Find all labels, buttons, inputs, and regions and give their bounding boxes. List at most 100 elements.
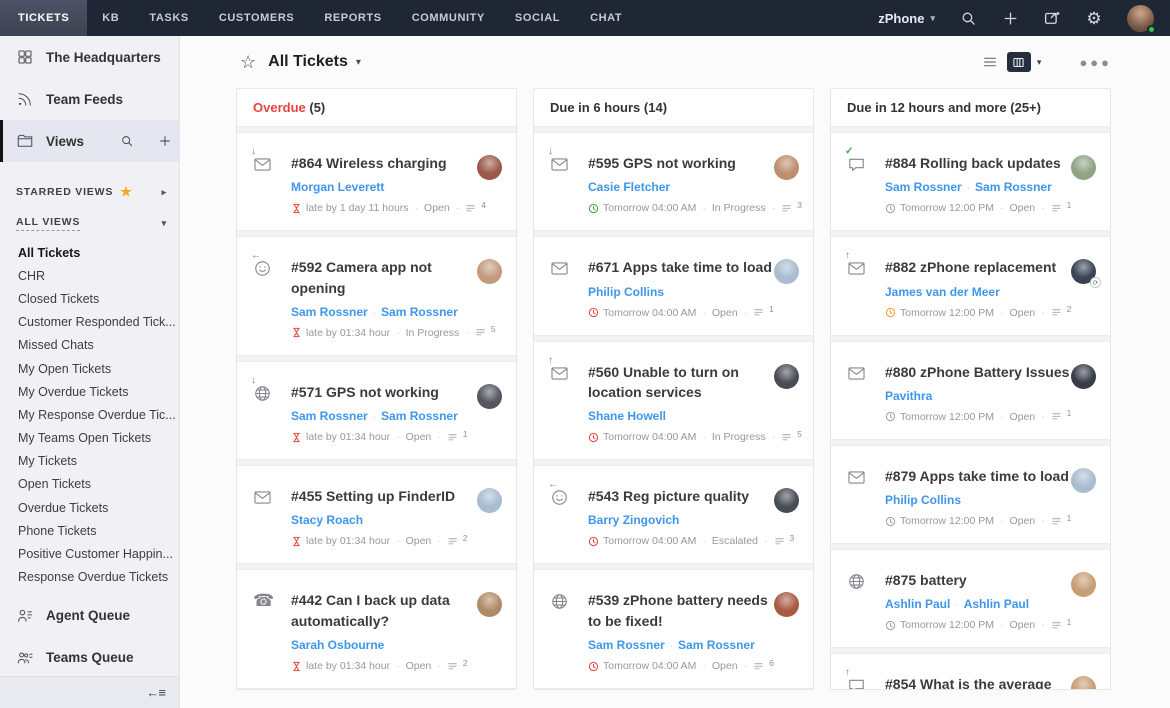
ticket-card[interactable]: ↑#854 What is the average life of a zPho… <box>831 653 1110 689</box>
assignee-avatar[interactable] <box>1071 364 1096 389</box>
contact-link[interactable]: Ashlin Paul <box>885 597 950 611</box>
view-list-item[interactable]: Open Tickets <box>18 473 179 496</box>
assignee-avatar[interactable] <box>1071 676 1096 689</box>
nav-tab-tasks[interactable]: TASKS <box>134 0 203 36</box>
sidebar-item-views[interactable]: Views <box>0 120 179 162</box>
ticket-card[interactable]: #455 Setting up FinderIDStacy Roachlate … <box>237 465 516 564</box>
assignee-avatar[interactable] <box>774 592 799 617</box>
assignee-avatar[interactable] <box>477 384 502 409</box>
assignee-avatar[interactable] <box>1071 155 1096 180</box>
contact-link[interactable]: Sam Rossner <box>381 305 458 319</box>
contact-link[interactable]: Philip Collins <box>885 493 961 507</box>
ticket-title[interactable]: #875 battery <box>885 570 1071 590</box>
favorite-star-icon[interactable]: ☆ <box>240 52 256 73</box>
sidebar-item-teams-queue[interactable]: Teams Queue <box>0 637 179 679</box>
ticket-card[interactable]: ↓#595 GPS not workingCasie FletcherTomor… <box>534 132 813 231</box>
ticket-card[interactable]: #539 zPhone battery needs to be fixed! Sa… <box>534 569 813 689</box>
ticket-card[interactable]: ✓#884 Rolling back updatesSam Rossner·Sa… <box>831 132 1110 231</box>
assignee-avatar[interactable]: ⟳ <box>1071 259 1096 284</box>
assignee-avatar[interactable] <box>774 488 799 513</box>
assignee-avatar[interactable] <box>774 364 799 389</box>
view-list-item[interactable]: My Overdue Tickets <box>18 380 179 403</box>
ticket-title[interactable]: #880 zPhone Battery Issues <box>885 362 1071 382</box>
more-options-icon[interactable]: ●●● <box>1079 55 1112 70</box>
view-toggle-chevron-icon[interactable]: ▾ <box>1037 57 1042 68</box>
ticket-card[interactable]: ←#592 Camera app not openingSam Rossner·… <box>237 236 516 356</box>
contact-link[interactable]: Barry Zingovich <box>588 513 679 527</box>
feedback-icon[interactable] <box>1043 9 1061 27</box>
ticket-card[interactable]: ↑#882 zPhone replacementJames van der Me… <box>831 236 1110 335</box>
contact-link[interactable]: Sam Rossner <box>975 180 1052 194</box>
ticket-card[interactable]: ↑#560 Unable to turn on location service… <box>534 341 813 461</box>
nav-tab-reports[interactable]: REPORTS <box>309 0 396 36</box>
contact-link[interactable]: Philip Collins <box>588 285 664 299</box>
view-list-item[interactable]: My Tickets <box>18 450 179 473</box>
assignee-avatar[interactable] <box>477 592 502 617</box>
ticket-card[interactable]: #880 zPhone Battery IssuesPavithraTomorr… <box>831 341 1110 440</box>
ticket-title[interactable]: #595 GPS not working <box>588 153 774 173</box>
collapse-sidebar-icon[interactable]: ←≡ <box>146 685 165 700</box>
nav-tab-chat[interactable]: CHAT <box>575 0 637 36</box>
sidebar-item-headquarters[interactable]: The Headquarters <box>0 36 179 78</box>
assignee-avatar[interactable] <box>477 488 502 513</box>
ticket-card[interactable]: ↓#864 Wireless chargingMorgan Leverettla… <box>237 132 516 231</box>
ticket-title[interactable]: #560 Unable to turn on location services <box>588 362 774 403</box>
sidebar-item-team-feeds[interactable]: Team Feeds <box>0 78 179 120</box>
ticket-title[interactable]: #539 zPhone battery needs to be fixed! <box>588 590 774 631</box>
view-list-item[interactable]: Closed Tickets <box>18 287 179 310</box>
ticket-card[interactable]: ↓#571 GPS not workingSam Rossner·Sam Ros… <box>237 361 516 460</box>
title-chevron-down-icon[interactable]: ▾ <box>356 57 361 68</box>
view-list-item[interactable]: My Teams Open Tickets <box>18 427 179 450</box>
view-list-item[interactable]: Phone Tickets <box>18 519 179 542</box>
view-list-item[interactable]: My Open Tickets <box>18 357 179 380</box>
ticket-title[interactable]: #571 GPS not working <box>291 382 477 402</box>
view-list-item[interactable]: Missed Chats <box>18 334 179 357</box>
contact-link[interactable]: Sam Rossner <box>678 638 755 652</box>
ticket-card[interactable]: #879 Apps take time to load Philip Collin… <box>831 445 1110 544</box>
ticket-title[interactable]: #884 Rolling back updates <box>885 153 1071 173</box>
assignee-avatar[interactable] <box>774 259 799 284</box>
contact-link[interactable]: Pavithra <box>885 389 932 403</box>
view-list-item[interactable]: Customer Responded Tick... <box>18 311 179 334</box>
nav-tab-social[interactable]: SOCIAL <box>500 0 575 36</box>
assignee-avatar[interactable] <box>1071 468 1096 493</box>
all-views-section[interactable]: ALL VIEWS ▾ <box>0 206 179 237</box>
view-list-item[interactable]: Positive Customer Happin... <box>18 542 179 565</box>
ticket-title[interactable]: #592 Camera app not opening <box>291 257 477 298</box>
contact-link[interactable]: Morgan Leverett <box>291 180 384 194</box>
nav-tab-customers[interactable]: CUSTOMERS <box>204 0 309 36</box>
view-list-item[interactable]: My Response Overdue Tic... <box>18 403 179 426</box>
assignee-avatar[interactable] <box>477 259 502 284</box>
view-list-item[interactable]: All Tickets <box>18 241 179 264</box>
view-list-item[interactable]: Overdue Tickets <box>18 496 179 519</box>
ticket-card[interactable]: #875 batteryAshlin Paul·Ashlin PaulTomor… <box>831 549 1110 648</box>
view-list-item[interactable]: Response Overdue Tickets <box>18 566 179 589</box>
contact-link[interactable]: Sam Rossner <box>885 180 962 194</box>
starred-views-section[interactable]: STARRED VIEWS ★ ▸ <box>0 174 179 206</box>
list-view-icon[interactable] <box>979 52 1001 72</box>
contact-link[interactable]: Sam Rossner <box>588 638 665 652</box>
department-selector[interactable]: zPhone ▾ <box>878 11 935 26</box>
view-list-item[interactable]: CHR <box>18 264 179 287</box>
contact-link[interactable]: Shane Howell <box>588 409 666 423</box>
assignee-avatar[interactable] <box>477 155 502 180</box>
nav-tab-tickets[interactable]: TICKETS <box>0 0 87 36</box>
ticket-title[interactable]: #879 Apps take time to load <box>885 466 1071 486</box>
views-add-icon[interactable] <box>158 134 172 149</box>
page-title[interactable]: All Tickets <box>268 53 348 71</box>
settings-icon[interactable]: ⚙ <box>1085 9 1103 27</box>
contact-link[interactable]: James van der Meer <box>885 285 1000 299</box>
ticket-title[interactable]: #854 What is the average life of a zPhon… <box>885 674 1071 689</box>
ticket-card[interactable]: #671 Apps take time to loadPhilip Collin… <box>534 236 813 335</box>
ticket-title[interactable]: #455 Setting up FinderID <box>291 486 477 506</box>
assignee-avatar[interactable] <box>1071 572 1096 597</box>
nav-tab-kb[interactable]: KB <box>87 0 134 36</box>
contact-link[interactable]: Sam Rossner <box>381 409 458 423</box>
ticket-title[interactable]: #442 Can I back up data automatically? <box>291 590 477 631</box>
contact-link[interactable]: Sam Rossner <box>291 409 368 423</box>
ticket-title[interactable]: #864 Wireless charging <box>291 153 477 173</box>
board-view-button[interactable] <box>1007 52 1031 72</box>
ticket-title[interactable]: #882 zPhone replacement <box>885 257 1071 277</box>
nav-tab-community[interactable]: COMMUNITY <box>397 0 500 36</box>
contact-link[interactable]: Stacy Roach <box>291 513 363 527</box>
